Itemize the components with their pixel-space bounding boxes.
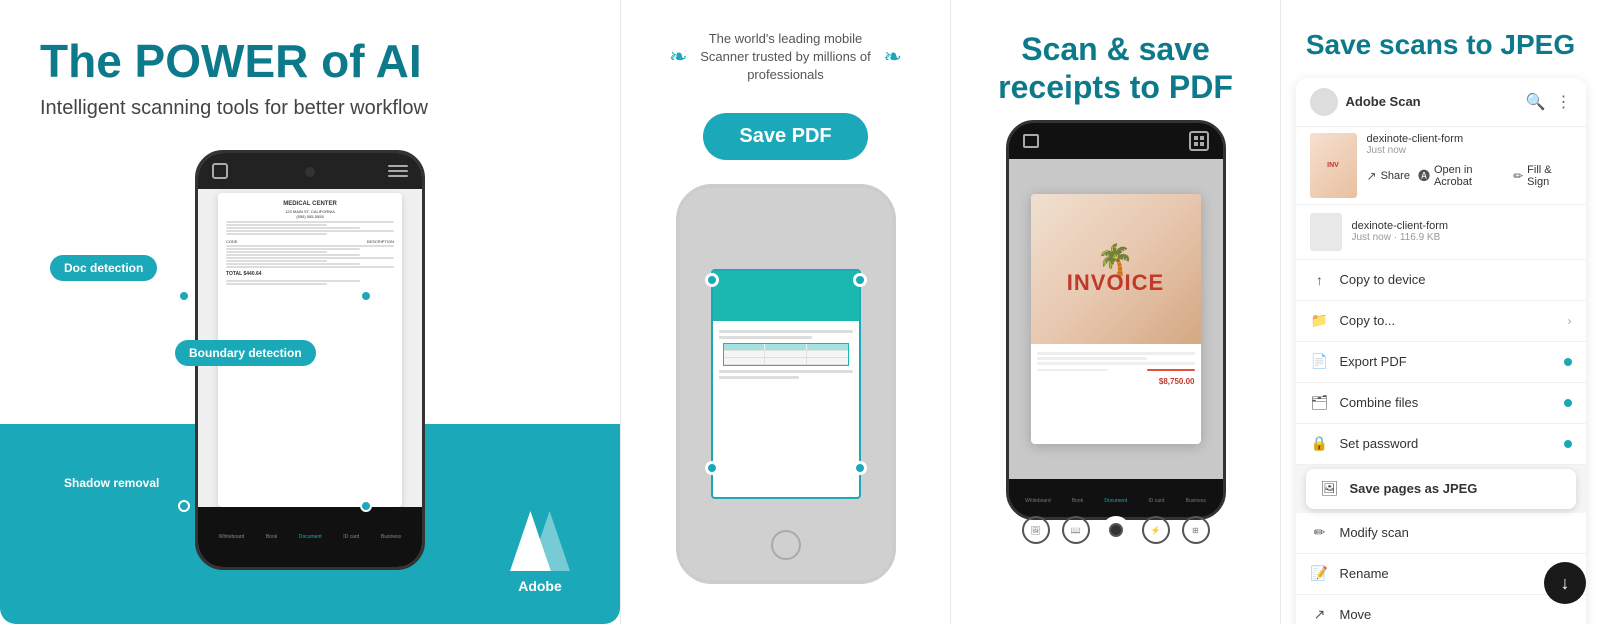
home-icon: [212, 163, 228, 179]
icon-grid[interactable]: ⊞: [1182, 516, 1210, 544]
adobe-logo: Adobe: [510, 511, 570, 594]
corner-dot-bl: [178, 500, 190, 512]
adobe-label: Adobe: [510, 578, 570, 594]
grid-icon-3: [1189, 131, 1209, 151]
p2-corner-dot-bl: [705, 461, 719, 475]
scan-topbar: Adobe Scan 🔍 ⋮: [1296, 78, 1586, 127]
save-pdf-button[interactable]: Save PDF: [703, 113, 867, 160]
panel-scan-receipts: Scan & save receipts to PDF 🌴 INVOICE: [950, 0, 1280, 624]
scan-app-name: Adobe Scan: [1346, 94, 1421, 109]
export-pdf-icon: 📄: [1310, 352, 1330, 372]
combine-icon: 🗂: [1310, 393, 1330, 413]
award-badge: ❧ The world's leading mobile Scanner tru…: [669, 30, 902, 85]
move-icon: ↗: [1310, 605, 1330, 624]
invoice-amount: $8,750.00: [1037, 377, 1195, 386]
scan-avatar: [1310, 88, 1338, 116]
fill-sign-button[interactable]: ✏ Fill & Sign: [1513, 164, 1571, 188]
corner-dot-br: [360, 500, 372, 512]
panel4-title: Save scans to JPEG: [1281, 0, 1600, 78]
icon-book[interactable]: 📖: [1062, 516, 1090, 544]
corner-dot-tl: [178, 290, 190, 302]
p3-tab-id[interactable]: ID card: [1148, 498, 1164, 504]
menu-icon: [388, 163, 408, 179]
panel3-title: Scan & save receipts to PDF: [951, 0, 1280, 127]
arrow-icon: ›: [1568, 314, 1572, 328]
panel-save-pdf: ❧ The world's leading mobile Scanner tru…: [620, 0, 950, 624]
corner-dot-tr: [360, 290, 372, 302]
icon-camera-active[interactable]: [1102, 516, 1130, 544]
camera-dot: [305, 167, 315, 177]
jpeg-icon: 🖼: [1320, 479, 1340, 499]
copy-device-icon: ↑: [1310, 270, 1330, 290]
menu-item-export-pdf[interactable]: 📄 Export PDF: [1296, 342, 1586, 383]
main-subtitle: Intelligent scanning tools for better wo…: [40, 97, 580, 120]
menu-item-copy-device[interactable]: ↑ Copy to device: [1296, 260, 1586, 301]
tab-whiteboard[interactable]: Whiteboard: [219, 534, 245, 540]
invoice-text: INVOICE: [1067, 270, 1164, 296]
phone-home-button[interactable]: [771, 530, 801, 560]
open-in-acrobat-button[interactable]: 🅐 Open in Acrobat: [1418, 164, 1505, 188]
menu-item-combine[interactable]: 🗂 Combine files: [1296, 383, 1586, 424]
password-icon: 🔒: [1310, 434, 1330, 454]
tab-id-card[interactable]: ID card: [343, 534, 359, 540]
laurel-right-icon: ❧: [884, 44, 902, 70]
p3-tab-document[interactable]: Document: [1104, 498, 1127, 504]
menu-item-modify[interactable]: ✏ Modify scan: [1296, 513, 1586, 554]
scan-file-time: Just now: [1367, 145, 1572, 156]
scan-mode-icons: 🖼 📖 ⚡ ⊞: [1022, 516, 1210, 544]
p3-tab-business[interactable]: Business: [1186, 498, 1206, 504]
save-jpeg-highlighted[interactable]: 🖼 Save pages as JPEG: [1306, 469, 1576, 509]
tab-document[interactable]: Document: [299, 534, 322, 540]
panel-save-jpeg: Save scans to JPEG Adobe Scan 🔍 ⋮ INV de…: [1280, 0, 1600, 624]
p3-tab-book[interactable]: Book: [1072, 498, 1083, 504]
search-icon[interactable]: 🔍: [1526, 92, 1546, 112]
secondary-file-name: dexinote-client-form: [1352, 220, 1572, 232]
menu-item-rename[interactable]: 📝 Rename: [1296, 554, 1586, 595]
download-fab[interactable]: ↓: [1544, 562, 1586, 604]
copy-to-icon: 📁: [1310, 311, 1330, 331]
adobe-scan-ui: Adobe Scan 🔍 ⋮ INV dexinote-client-form …: [1296, 78, 1586, 624]
laurel-left-icon: ❧: [669, 44, 687, 70]
icon-landscape[interactable]: 🖼: [1022, 516, 1050, 544]
premium-dot: [1564, 358, 1572, 366]
tagline-text: The world's leading mobile Scanner trust…: [696, 30, 876, 85]
document-preview: [711, 269, 861, 499]
secondary-file-row: dexinote-client-form Just now · 116.9 KB: [1296, 205, 1586, 260]
scan-thumbnail: INV: [1310, 133, 1357, 198]
home-icon-3: [1023, 134, 1039, 148]
tab-business[interactable]: Business: [381, 534, 401, 540]
icon-lightning[interactable]: ⚡: [1142, 516, 1170, 544]
share-button[interactable]: ↗ Share: [1367, 169, 1410, 183]
invoice-card: 🌴 INVOICE $8,750.00: [1031, 194, 1201, 444]
menu-item-copy-to[interactable]: 📁 Copy to... ›: [1296, 301, 1586, 342]
main-title: The POWER of AI: [40, 36, 580, 87]
scan-file-name: dexinote-client-form: [1367, 133, 1572, 145]
panel-ai-features: The POWER of AI Intelligent scanning too…: [0, 0, 620, 624]
boundary-detection-label: Boundary detection: [175, 340, 316, 366]
file-icon: [1310, 213, 1342, 251]
p2-corner-dot-tl: [705, 273, 719, 287]
premium-dot-combine: [1564, 399, 1572, 407]
scan-file-row: INV dexinote-client-form Just now ↗ Shar…: [1296, 127, 1586, 205]
phone-mockup-3: 🌴 INVOICE $8,750.00 Whiteboard: [1006, 120, 1226, 520]
download-icon: ↓: [1561, 573, 1570, 594]
more-options-icon[interactable]: ⋮: [1556, 92, 1572, 112]
premium-dot-password: [1564, 440, 1572, 448]
modify-icon: ✏: [1310, 523, 1330, 543]
rename-icon: 📝: [1310, 564, 1330, 584]
p3-tab-whiteboard[interactable]: Whiteboard: [1025, 498, 1051, 504]
p2-corner-dot-br: [853, 461, 867, 475]
p2-corner-dot-tr: [853, 273, 867, 287]
phone-mockup-2: [676, 184, 896, 584]
menu-item-move[interactable]: ↗ Move: [1296, 595, 1586, 624]
shadow-removal-label: Shadow removal: [50, 470, 173, 496]
menu-item-password[interactable]: 🔒 Set password: [1296, 424, 1586, 465]
doc-detection-label: Doc detection: [50, 255, 157, 281]
tab-book[interactable]: Book: [266, 534, 277, 540]
secondary-file-size: Just now · 116.9 KB: [1352, 232, 1572, 243]
